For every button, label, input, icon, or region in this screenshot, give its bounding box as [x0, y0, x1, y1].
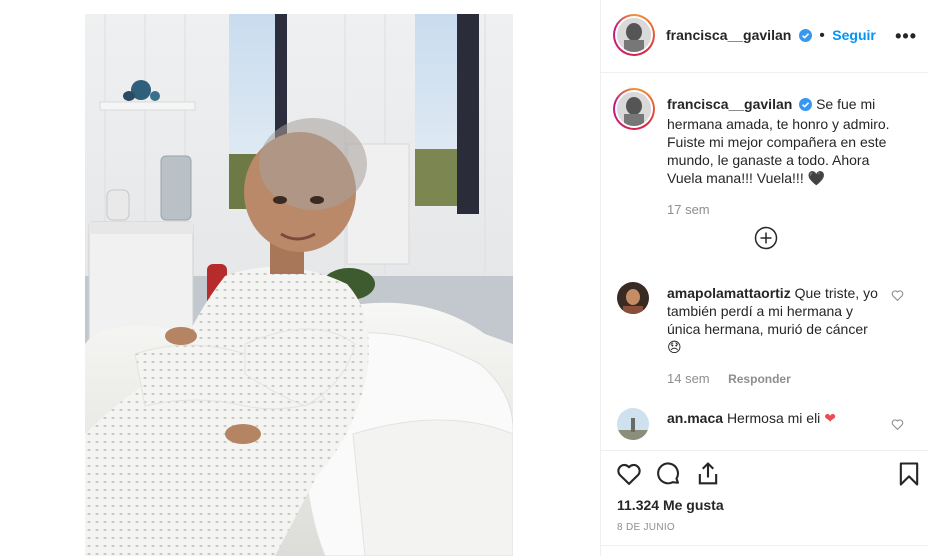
verified-badge-icon	[799, 97, 813, 115]
heart-icon[interactable]	[615, 460, 643, 488]
divider	[601, 545, 928, 546]
more-options-icon[interactable]: •••	[895, 26, 917, 47]
sad-face-emoji: 😞	[667, 339, 682, 355]
comment-icon[interactable]	[654, 460, 682, 488]
comment-username[interactable]: amapolamattaortiz	[667, 285, 791, 301]
follow-button[interactable]: Seguir	[832, 27, 876, 43]
post-photo[interactable]	[85, 14, 513, 556]
comment-like-heart-icon[interactable]	[891, 418, 904, 436]
red-heart-emoji: ❤	[824, 410, 836, 426]
post-caption: francisca__gavilan Se fue mi hermana ama…	[667, 95, 895, 187]
divider	[601, 450, 928, 451]
caption-avatar[interactable]	[613, 88, 655, 130]
comment-1: amapolamattaortiz Que triste, yo también…	[667, 284, 885, 356]
commenter-avatar[interactable]	[617, 408, 649, 440]
post-date[interactable]: 8 DE JUNIO	[617, 522, 675, 533]
post-photo-illustration	[85, 14, 513, 556]
black-heart-emoji: 🖤	[807, 170, 826, 186]
caption-username[interactable]: francisca__gavilan	[667, 96, 792, 112]
caption-time[interactable]: 17 sem	[667, 202, 710, 217]
commenter-avatar[interactable]	[617, 282, 649, 314]
comment-2: an.maca Hermosa mi eli ❤	[667, 409, 885, 427]
verified-badge-icon	[798, 29, 812, 47]
post-media-area	[0, 0, 600, 556]
plus-circle-icon[interactable]	[754, 226, 778, 250]
post-side-panel: francisca__gavilan • Seguir ••• francisc…	[600, 0, 928, 556]
author-avatar[interactable]	[613, 14, 655, 56]
comment-username[interactable]: an.maca	[667, 410, 723, 426]
post-header: francisca__gavilan • Seguir •••	[601, 0, 928, 73]
comment-time[interactable]: 14 sem	[667, 371, 710, 386]
reply-button[interactable]: Responder	[728, 372, 791, 386]
comment-1-meta: 14 sem Responder	[667, 370, 791, 388]
likes-count[interactable]: 11.324 Me gusta	[617, 497, 724, 513]
bookmark-icon[interactable]	[895, 460, 923, 488]
comment-like-heart-icon[interactable]	[891, 289, 904, 307]
share-icon[interactable]	[694, 460, 722, 488]
comment-text: Hermosa mi eli	[726, 410, 821, 426]
author-username[interactable]: francisca__gavilan	[666, 27, 791, 43]
